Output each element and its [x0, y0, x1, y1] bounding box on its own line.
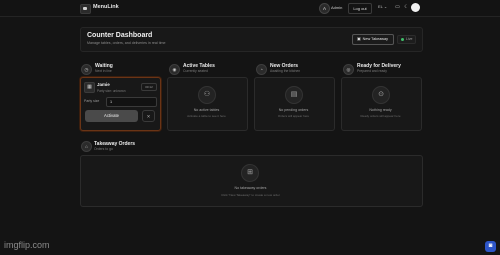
- takeaway-empty-subtitle: Click "New Takeaway" to create a new ord…: [221, 193, 280, 197]
- ready-empty-title: Nothing ready: [369, 108, 392, 112]
- top-bar: [0, 0, 500, 17]
- table-icon: ◉: [169, 64, 180, 75]
- username: Admin: [331, 5, 343, 10]
- guest-icon: ▦: [84, 82, 95, 93]
- app-logo: [80, 4, 91, 14]
- page-title: Counter Dashboard: [87, 32, 153, 39]
- activate-button[interactable]: Activate: [85, 110, 138, 122]
- new-orders-empty-title: No pending orders: [278, 108, 309, 112]
- waiting-subtitle: Next in line: [95, 69, 112, 73]
- guest-meta: Party size: unknown: [97, 89, 126, 93]
- takeaway-subtitle: Orders to go: [94, 147, 113, 151]
- logout-button[interactable]: Log out: [348, 3, 372, 14]
- moon-icon[interactable]: ☾: [403, 4, 410, 11]
- theme-toggle[interactable]: [411, 3, 420, 12]
- receipt-icon: ▤: [285, 86, 303, 104]
- new-takeaway-button[interactable]: ▣ New Takeaway: [352, 34, 394, 45]
- wait-time-badge: 00:12: [141, 83, 157, 91]
- live-dot-icon: [401, 37, 404, 41]
- brand-name: MenuLink: [93, 4, 119, 10]
- check-icon: ◎: [343, 64, 354, 75]
- new-orders-subtitle: Awaiting the kitchen: [270, 69, 301, 73]
- takeaway-empty-title: No takeaway orders: [234, 186, 267, 190]
- new-takeaway-label: New Takeaway: [362, 37, 389, 41]
- people-icon: ⚇: [198, 86, 216, 104]
- live-status-badge: Live: [397, 35, 416, 44]
- remove-button[interactable]: ✕: [142, 110, 155, 122]
- ready-subtitle: Prepared and ready: [357, 69, 387, 73]
- live-label: Live: [406, 37, 413, 41]
- active-empty-title: No active tables: [193, 108, 220, 112]
- page-subtitle: Manage tables, orders, and deliveries in…: [87, 41, 166, 45]
- language-selector[interactable]: EL ⌄: [378, 4, 387, 9]
- guest-name: Jamie: [97, 82, 110, 87]
- party-size-input[interactable]: 1: [106, 97, 157, 107]
- screen-icon[interactable]: ▭: [394, 4, 401, 11]
- bag-icon: ⊞: [241, 164, 259, 182]
- new-orders-empty-subtitle: Orders will appear here: [277, 114, 310, 118]
- target-icon: ⊙: [372, 86, 390, 104]
- watermark: imgflip.com: [4, 240, 50, 250]
- active-tables-subtitle: Currently seated: [183, 69, 208, 73]
- clock-icon: ◷: [81, 64, 92, 75]
- active-empty-subtitle: Activate a table to see it here: [187, 114, 226, 118]
- party-size-label: Party size: [84, 99, 100, 103]
- bell-icon: ◔: [256, 64, 267, 75]
- avatar[interactable]: A: [319, 3, 330, 14]
- home-icon: ⌂: [81, 141, 92, 152]
- plus-icon: ▣: [357, 37, 361, 41]
- ready-empty-subtitle: Ready orders will appear here: [360, 114, 401, 118]
- camera-icon[interactable]: ◙: [485, 241, 496, 252]
